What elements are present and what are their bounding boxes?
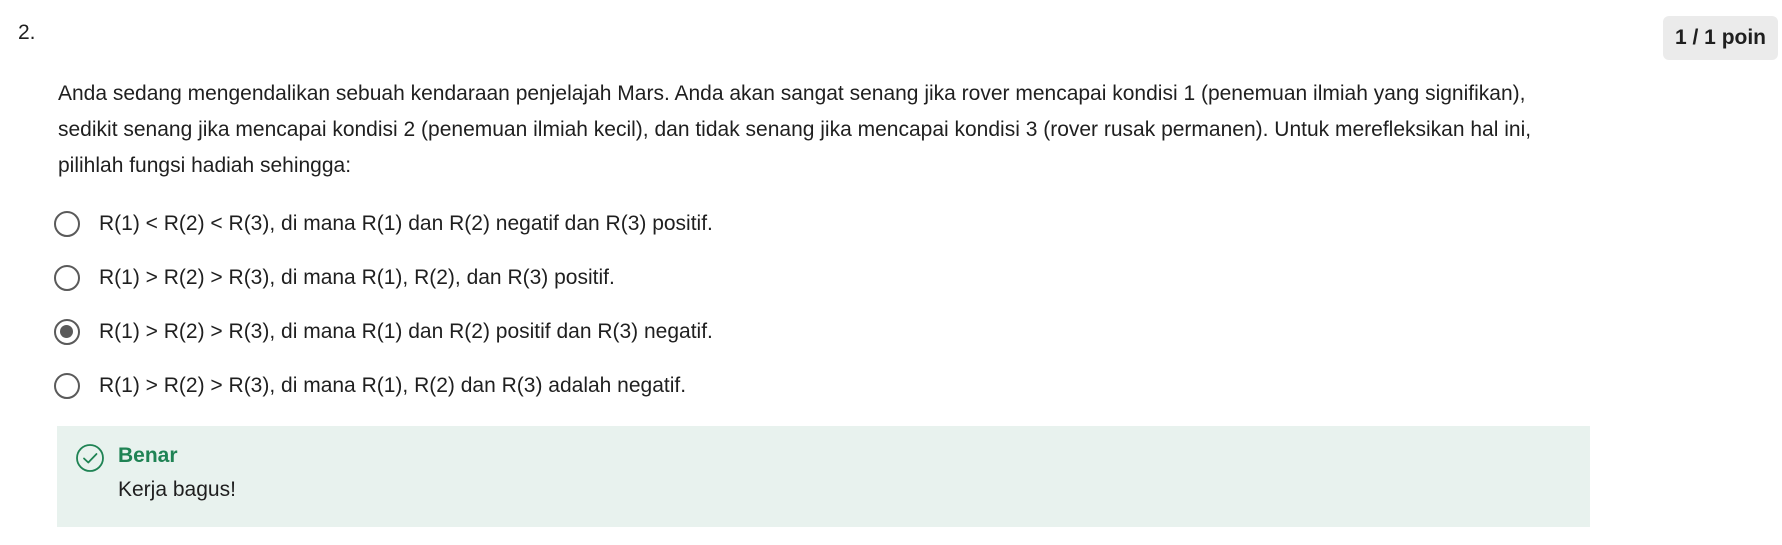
answer-option-1[interactable]: R(1) < R(2) < R(3), di mana R(1) dan R(2… (54, 205, 1454, 243)
question-prompt: Anda sedang mengendalikan sebuah kendara… (58, 82, 1532, 177)
feedback-title: Benar (118, 444, 178, 467)
answer-option-label: R(1) < R(2) < R(3), di mana R(1) dan R(2… (99, 212, 713, 235)
question-number: 2. (18, 21, 36, 44)
answer-option-2[interactable]: R(1) > R(2) > R(3), di mana R(1), R(2), … (54, 259, 1454, 297)
radio-button-3-selected[interactable] (54, 319, 80, 345)
answer-option-4[interactable]: R(1) > R(2) > R(3), di mana R(1), R(2) d… (54, 367, 1454, 405)
answer-options: R(1) < R(2) < R(3), di mana R(1) dan R(2… (54, 205, 1454, 421)
radio-button-2[interactable] (54, 265, 80, 291)
feedback-message: Kerja bagus! (118, 478, 236, 501)
quiz-question: 2. 1 / 1 poin Anda sedang mengendalikan … (0, 0, 1782, 545)
answer-option-label: R(1) > R(2) > R(3), di mana R(1), R(2), … (99, 266, 615, 289)
feedback-panel: Benar Kerja bagus! (57, 426, 1590, 527)
points-badge: 1 / 1 poin (1663, 16, 1779, 60)
answer-option-label: R(1) > R(2) > R(3), di mana R(1), R(2) d… (99, 374, 687, 397)
check-circle-icon (76, 444, 104, 472)
answer-option-3[interactable]: R(1) > R(2) > R(3), di mana R(1) dan R(2… (54, 313, 1454, 351)
answer-option-label: R(1) > R(2) > R(3), di mana R(1) dan R(2… (99, 320, 713, 343)
radio-button-1[interactable] (54, 211, 80, 237)
radio-button-4[interactable] (54, 373, 80, 399)
